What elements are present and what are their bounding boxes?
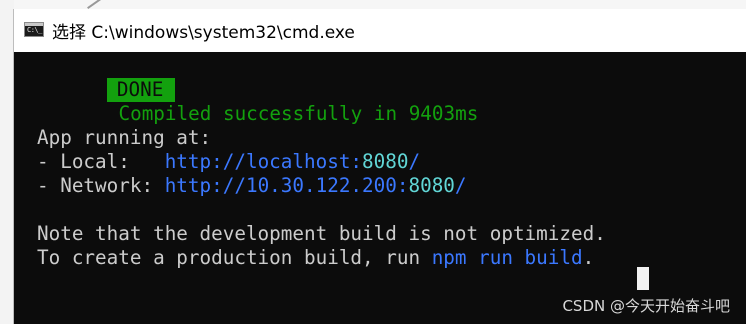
window-titlebar[interactable]: C:\_ 选择 C:\windows\system32\cmd.exe <box>14 9 746 52</box>
production-build-line: To create a production build, run npm ru… <box>37 246 594 270</box>
network-label: - Network: <box>37 174 165 197</box>
text-cursor <box>637 267 649 290</box>
local-url-line: - Local: http://localhost:8080/ <box>37 150 420 174</box>
app-running-line: App running at: <box>37 126 212 149</box>
local-url[interactable]: http://localhost: <box>165 150 362 173</box>
window-title: 选择 C:\windows\system32\cmd.exe <box>52 23 355 43</box>
production-build-suffix: . <box>582 246 595 269</box>
terminal-output[interactable]: DONE Compiled successfully in 9403ms App… <box>14 52 746 324</box>
network-url[interactable]: http://10.30.122.200: <box>165 174 409 197</box>
network-url-slash[interactable]: / <box>455 174 467 197</box>
local-label: - Local: <box>37 150 165 173</box>
cmd-icon-prompt: C:\_ <box>27 26 42 34</box>
dev-build-note-line: Note that the development build is not o… <box>37 222 606 245</box>
npm-build-command: npm run build <box>431 246 583 269</box>
cmd-window[interactable]: C:\_ 选择 C:\windows\system32\cmd.exe DONE… <box>14 9 746 324</box>
background-window-left-edge <box>0 0 14 324</box>
local-port[interactable]: 8080 <box>362 150 408 173</box>
screenshot-stage: C:\_ 选择 C:\windows\system32\cmd.exe DONE… <box>0 0 746 324</box>
local-url-slash[interactable]: / <box>408 150 420 173</box>
build-status-line: DONE Compiled successfully in 9403ms <box>14 54 478 125</box>
network-url-line: - Network: http://10.30.122.200:8080/ <box>37 174 467 198</box>
cmd-app-icon[interactable]: C:\_ <box>24 22 44 37</box>
network-port[interactable]: 8080 <box>408 174 454 197</box>
compiled-message-text: Compiled successfully in 9403ms <box>118 102 479 125</box>
csdn-watermark: CSDN @今天开始奋斗吧 <box>562 297 730 315</box>
production-build-prefix: To create a production build, run <box>37 246 432 269</box>
compiled-message <box>107 102 119 125</box>
done-badge: DONE <box>106 78 176 102</box>
